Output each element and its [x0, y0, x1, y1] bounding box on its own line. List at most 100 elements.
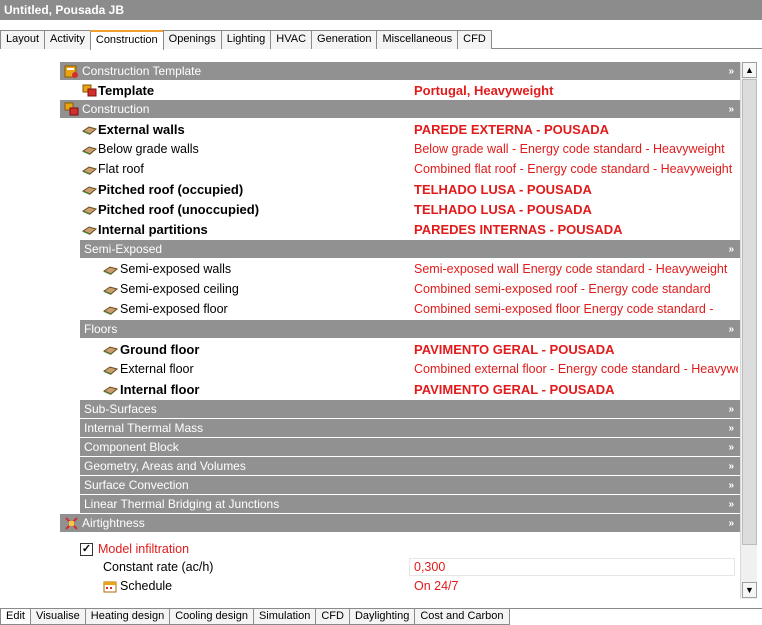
schedule-value[interactable]: On 24/7 [414, 577, 458, 596]
semi-exposed-walls-value[interactable]: Semi-exposed wall Energy code standard -… [414, 260, 738, 279]
bottom-tab-visualise[interactable]: Visualise [29, 609, 86, 625]
pitched-roof-unoccupied-value[interactable]: TELHADO LUSA - POUSADA [414, 200, 738, 219]
scroll-up-icon[interactable]: ▲ [742, 62, 757, 78]
flat-roof-row[interactable]: Flat roof Combined flat roof - Energy co… [60, 160, 740, 179]
bottom-tab-heating-design[interactable]: Heating design [84, 609, 171, 625]
ground-floor-label: Ground floor [120, 342, 200, 357]
constant-rate-input[interactable] [409, 558, 735, 576]
bottom-tab-cost-and-carbon[interactable]: Cost and Carbon [414, 609, 510, 625]
floors-label: Floors [84, 322, 118, 336]
external-walls-value[interactable]: PAREDE EXTERNA - POUSADA [414, 120, 738, 139]
airtightness-header[interactable]: Airtightness » [60, 514, 740, 533]
bottom-tab-bar: Edit Visualise Heating design Cooling desig… [0, 608, 762, 625]
tab-layout[interactable]: Layout [0, 30, 46, 49]
construction-label: Construction [82, 102, 150, 116]
construction-template-icon [64, 65, 78, 78]
geometry-header[interactable]: Geometry, Areas and Volumes » [80, 457, 740, 476]
internal-partitions-row[interactable]: Internal partitions PAREDES INTERNAS - P… [60, 220, 740, 239]
below-grade-walls-value[interactable]: Below grade wall - Energy code standard … [414, 140, 738, 159]
vertical-scrollbar[interactable]: ▲ ▼ [740, 62, 757, 599]
surface-convection-header[interactable]: Surface Convection » [80, 476, 740, 495]
tab-miscellaneous[interactable]: Miscellaneous [376, 30, 459, 49]
template-icon [82, 84, 97, 97]
component-block-header[interactable]: Component Block » [80, 438, 740, 457]
internal-partitions-value[interactable]: PAREDES INTERNAS - POUSADA [414, 220, 738, 239]
pitched-roof-occupied-row[interactable]: Pitched roof (occupied) TELHADO LUSA - P… [60, 180, 740, 199]
tab-activity[interactable]: Activity [44, 30, 91, 49]
bottom-tab-cooling-design[interactable]: Cooling design [169, 609, 254, 625]
schedule-label: Schedule [120, 579, 173, 593]
tab-openings[interactable]: Openings [162, 30, 222, 49]
external-floor-value[interactable]: Combined external floor - Energy code st… [414, 360, 738, 379]
scrollbar-thumb[interactable] [742, 79, 757, 545]
construction-header[interactable]: Construction » [60, 100, 740, 119]
chevron-down-icon[interactable]: » [728, 62, 734, 81]
bottom-tab-simulation[interactable]: Simulation [252, 609, 317, 625]
chevron-down-icon[interactable]: » [728, 240, 734, 259]
linear-thermal-bridging-header[interactable]: Linear Thermal Bridging at Junctions » [80, 495, 740, 514]
chevron-right-icon[interactable]: » [728, 457, 734, 476]
bottom-tab-cfd[interactable]: CFD [315, 609, 350, 625]
tab-lighting[interactable]: Lighting [220, 30, 272, 49]
internal-floor-row[interactable]: Internal floor PAVIMENTO GERAL - POUSADA [60, 380, 740, 399]
flat-roof-value[interactable]: Combined flat roof - Energy code standar… [414, 160, 738, 179]
tab-construction[interactable]: Construction [89, 30, 164, 50]
model-infiltration-row[interactable]: ✓ Model infiltration [80, 540, 480, 559]
semi-exposed-floor-value[interactable]: Combined semi-exposed floor Energy code … [414, 300, 738, 319]
bottom-tab-edit[interactable]: Edit [0, 609, 31, 625]
chevron-right-icon[interactable]: » [728, 476, 734, 495]
semi-exposed-walls-row[interactable]: Semi-exposed walls Semi-exposed wall Ene… [60, 260, 740, 279]
ground-floor-row[interactable]: Ground floor PAVIMENTO GERAL - POUSADA [60, 340, 740, 359]
scroll-down-icon[interactable]: ▼ [742, 582, 757, 598]
chevron-right-icon[interactable]: » [728, 495, 734, 514]
chevron-down-icon[interactable]: » [728, 320, 734, 339]
sub-surfaces-label: Sub-Surfaces [84, 402, 157, 416]
model-infiltration-checkbox[interactable]: ✓ [80, 543, 93, 556]
semi-exposed-label: Semi-Exposed [84, 242, 163, 256]
window-title: Untitled, Pousada JB [0, 0, 762, 20]
wall-layer-icon [82, 206, 97, 215]
tab-cfd[interactable]: CFD [457, 30, 492, 49]
construction-template-header[interactable]: Construction Template » [60, 62, 740, 81]
sub-surfaces-header[interactable]: Sub-Surfaces » [80, 400, 740, 419]
schedule-row[interactable]: Schedule [103, 577, 403, 596]
wall-layer-icon [103, 386, 118, 395]
wall-layer-icon [82, 166, 97, 175]
external-floor-label: External floor [120, 362, 194, 376]
wall-layer-icon [103, 286, 118, 295]
top-tab-bar: Layout Activity Construction Openings Lighti… [0, 30, 762, 50]
airtightness-label: Airtightness [82, 516, 145, 530]
template-row[interactable]: Template Portugal, Heavyweight [60, 81, 740, 100]
pitched-roof-unoccupied-row[interactable]: Pitched roof (unoccupied) TELHADO LUSA -… [60, 200, 740, 219]
airtightness-icon [65, 517, 78, 530]
below-grade-walls-row[interactable]: Below grade walls Below grade wall - Ene… [60, 140, 740, 159]
internal-thermal-mass-header[interactable]: Internal Thermal Mass » [80, 419, 740, 438]
tab-generation[interactable]: Generation [311, 30, 378, 49]
bottom-tab-daylighting[interactable]: Daylighting [348, 609, 416, 625]
chevron-right-icon[interactable]: » [728, 438, 734, 457]
template-value[interactable]: Portugal, Heavyweight [414, 81, 738, 100]
semi-exposed-walls-label: Semi-exposed walls [120, 262, 232, 276]
wall-layer-icon [103, 266, 118, 275]
chevron-right-icon[interactable]: » [728, 419, 734, 438]
semi-exposed-floor-label: Semi-exposed floor [120, 302, 228, 316]
wall-layer-icon [82, 226, 97, 235]
semi-exposed-header[interactable]: Semi-Exposed » [80, 240, 740, 259]
wall-layer-icon [103, 346, 118, 355]
semi-exposed-ceiling-value[interactable]: Combined semi-exposed roof - Energy code… [414, 280, 738, 299]
semi-exposed-floor-row[interactable]: Semi-exposed floor Combined semi-exposed… [60, 300, 740, 319]
floors-header[interactable]: Floors » [80, 320, 740, 339]
internal-partitions-label: Internal partitions [98, 222, 208, 237]
semi-exposed-ceiling-row[interactable]: Semi-exposed ceiling Combined semi-expos… [60, 280, 740, 299]
construction-template-label: Construction Template [82, 64, 202, 78]
chevron-down-icon[interactable]: » [728, 514, 734, 533]
external-floor-row[interactable]: External floor Combined external floor -… [60, 360, 740, 379]
ground-floor-value[interactable]: PAVIMENTO GERAL - POUSADA [414, 340, 738, 359]
tab-hvac[interactable]: HVAC [270, 30, 313, 49]
internal-floor-label: Internal floor [120, 382, 200, 397]
chevron-right-icon[interactable]: » [728, 400, 734, 419]
pitched-roof-occupied-value[interactable]: TELHADO LUSA - POUSADA [414, 180, 738, 199]
chevron-down-icon[interactable]: » [728, 100, 734, 119]
external-walls-row[interactable]: External walls PAREDE EXTERNA - POUSADA [60, 120, 740, 139]
internal-floor-value[interactable]: PAVIMENTO GERAL - POUSADA [414, 380, 738, 399]
